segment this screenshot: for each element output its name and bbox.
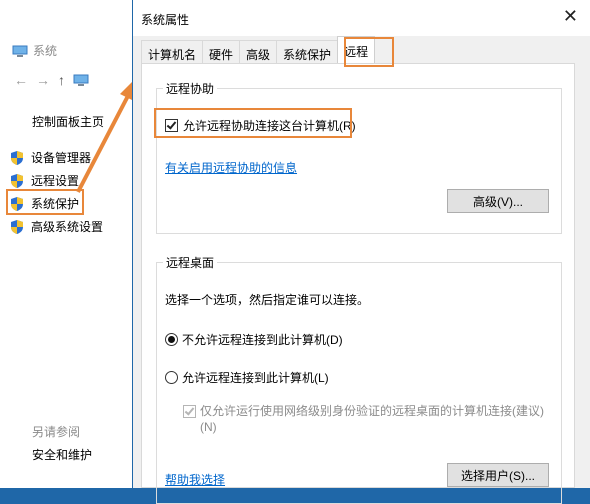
security-maintenance-link[interactable]: 安全和维护 [32, 446, 92, 463]
nla-suffix: (N) [200, 420, 217, 434]
remote-desktop-legend: 远程桌面 [163, 254, 218, 271]
window-title-text: 系统 [33, 44, 58, 58]
remote-assistance-legend: 远程协助 [163, 80, 218, 97]
back-icon[interactable]: ← [14, 72, 36, 88]
nla-checkbox[interactable]: 仅允许运行使用网络级别身份验证的远程桌面的计算机连接(建议) (N) [183, 403, 553, 435]
see-also-heading: 另请参阅 [32, 425, 81, 439]
tab-remote[interactable]: 远程 [337, 36, 376, 65]
radio-selected-icon [165, 333, 178, 346]
close-icon[interactable]: ✕ [563, 6, 578, 27]
allow-remote-assistance-checkbox[interactable]: 允许远程协助连接这台计算机(R) [165, 117, 356, 134]
shield-icon [11, 196, 23, 211]
radio-label: 允许远程连接到此计算机(L) [182, 371, 329, 385]
advanced-system-settings-link[interactable]: 高级系统设置 [10, 215, 103, 238]
tab-hardware[interactable]: 硬件 [202, 40, 241, 64]
shield-icon [11, 219, 23, 234]
shield-icon [11, 150, 23, 165]
dialog-title: 系统属性 [141, 13, 190, 27]
allow-remote-radio[interactable]: 允许远程连接到此计算机(L) [165, 369, 329, 386]
nla-label: 仅允许运行使用网络级别身份验证的远程桌面的计算机连接(建议) [200, 404, 544, 418]
checkbox-checked-icon [165, 119, 178, 132]
radio-label: 不允许远程连接到此计算机(D) [182, 333, 343, 347]
select-users-button[interactable]: 选择用户(S)... [447, 463, 549, 487]
tab-system-protection[interactable]: 系统保护 [276, 40, 339, 64]
instruction-text: 选择一个选项，然后指定谁可以连接。 [165, 293, 370, 307]
computer-icon [12, 45, 28, 57]
tab-bar: 计算机名 硬件 高级 系统保护 远程 [141, 36, 376, 65]
remote-tab-pane: 远程协助 允许远程协助连接这台计算机(R) 有关启用远程协助的信息 高级(V).… [141, 63, 575, 504]
help-me-choose-link[interactable]: 帮助我选择 [165, 471, 225, 488]
window-title: 系统 [12, 42, 57, 59]
tab-advanced[interactable]: 高级 [239, 40, 278, 64]
advanced-button[interactable]: 高级(V)... [447, 189, 549, 213]
checkbox-disabled-icon [183, 405, 196, 418]
dialog-titlebar: 系统属性 ✕ [133, 0, 590, 36]
remote-desktop-group: 远程桌面 选择一个选项，然后指定谁可以连接。 不允许远程连接到此计算机(D) 允… [156, 254, 562, 504]
remote-assistance-info-link[interactable]: 有关启用远程协助的信息 [165, 159, 297, 176]
deny-remote-radio[interactable]: 不允许远程连接到此计算机(D) [165, 331, 343, 348]
checkbox-label: 允许远程协助连接这台计算机(R) [183, 119, 356, 133]
system-properties-dialog: 系统属性 ✕ 计算机名 硬件 高级 系统保护 远程 远程协助 允许远程协助连接这… [132, 0, 590, 504]
forward-icon[interactable]: → [36, 72, 58, 88]
shield-icon [11, 173, 23, 188]
remote-assistance-group: 远程协助 允许远程协助连接这台计算机(R) 有关启用远程协助的信息 高级(V).… [156, 80, 562, 234]
link-label: 高级系统设置 [31, 220, 104, 234]
radio-unselected-icon [165, 371, 178, 384]
tab-computer-name[interactable]: 计算机名 [141, 40, 204, 64]
